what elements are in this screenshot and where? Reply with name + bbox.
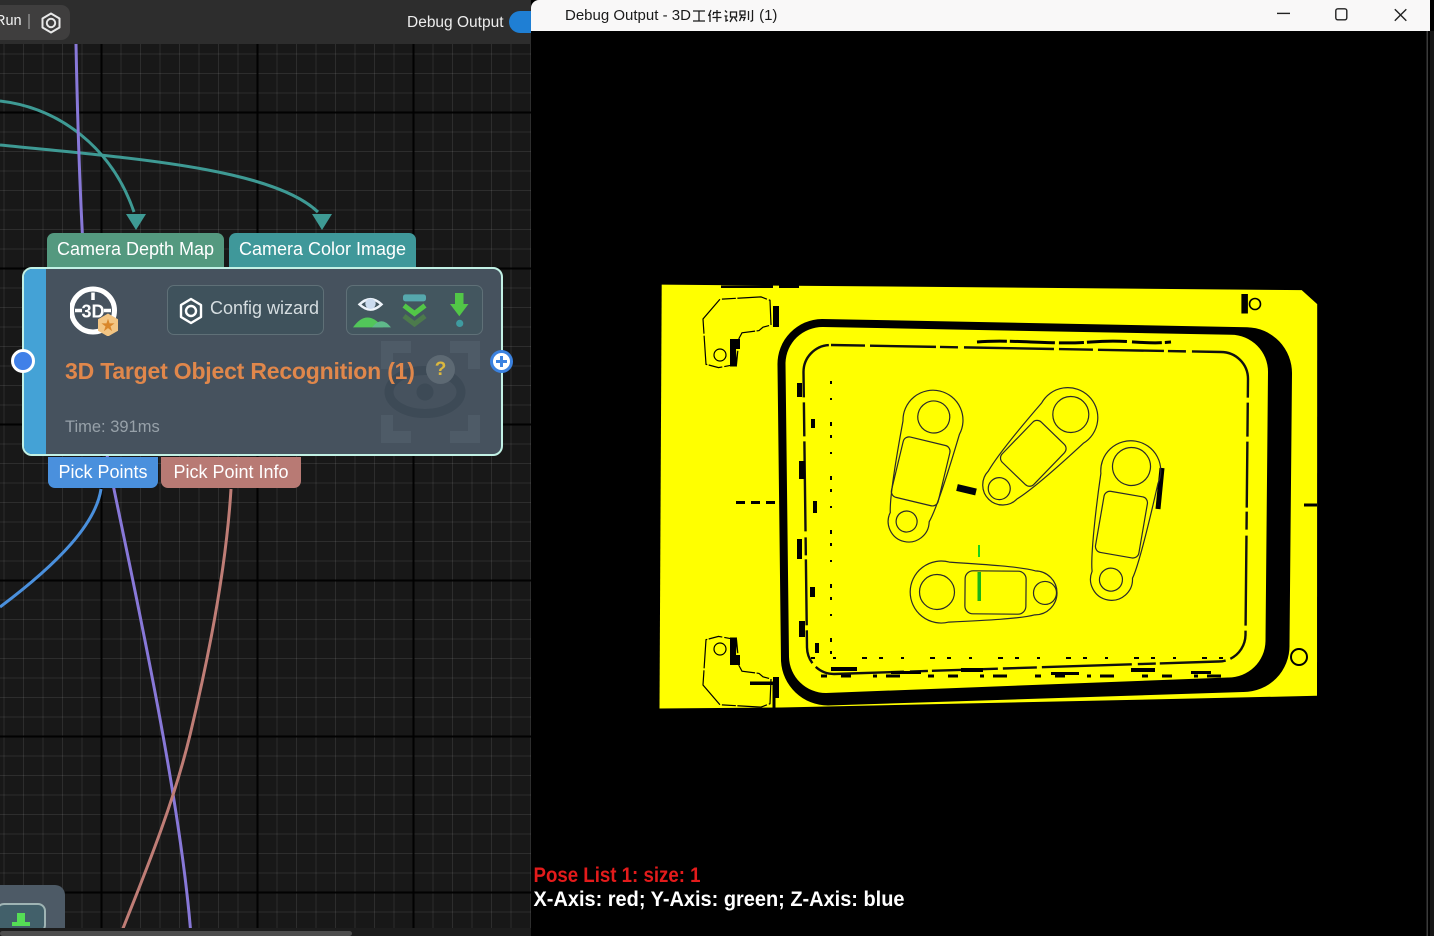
svg-text:★: ★ <box>100 316 115 335</box>
svg-text:X-Axis: red; Y-Axis: green; Z-: X-Axis: red; Y-Axis: green; Z-Axis: blue <box>534 888 905 911</box>
svg-text:Pose List 1: size: 1: Pose List 1: size: 1 <box>534 864 701 887</box>
